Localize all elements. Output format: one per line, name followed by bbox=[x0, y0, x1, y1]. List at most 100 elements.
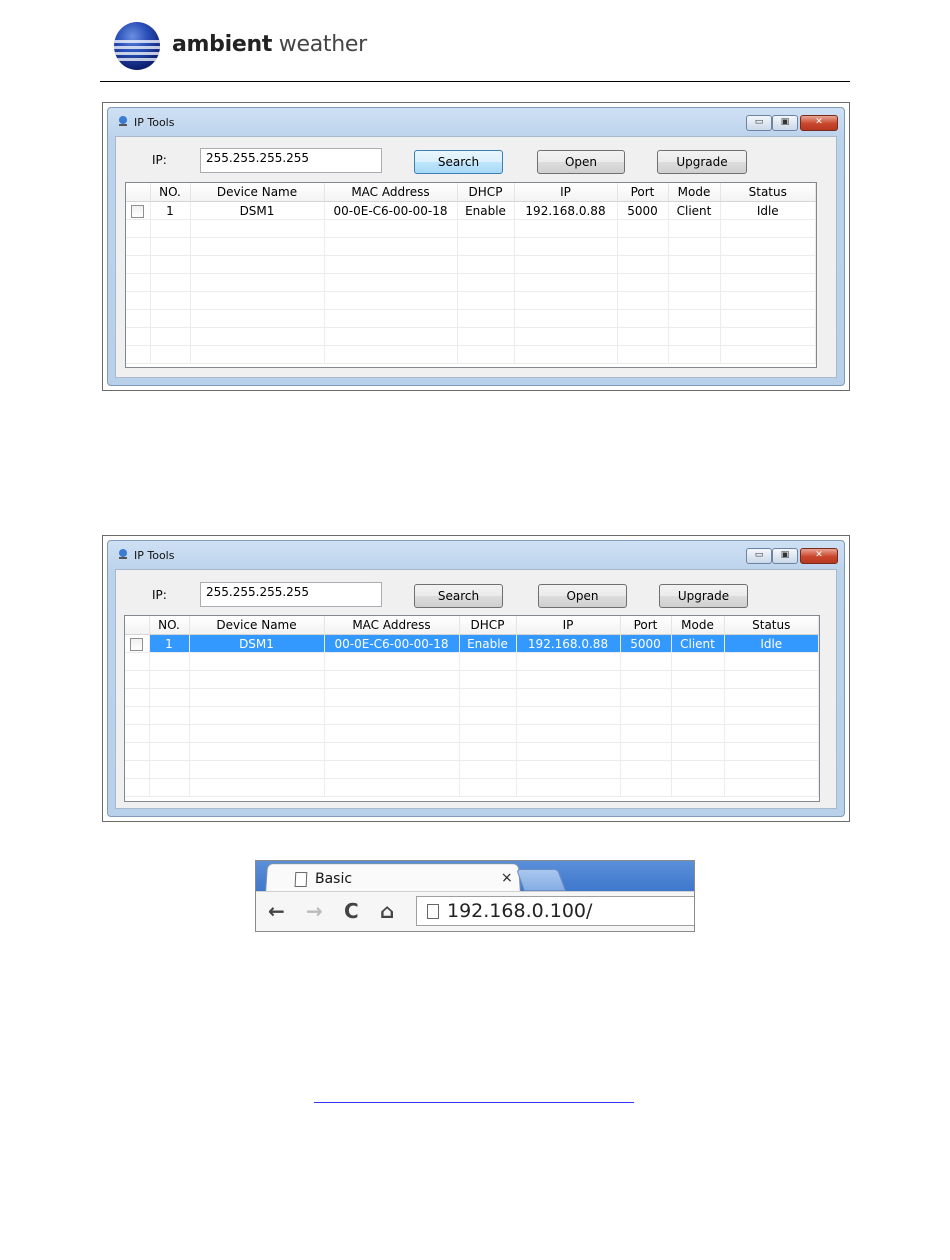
empty-row bbox=[126, 237, 816, 256]
table-header-row: NO. Device Name MAC Address DHCP IP Port… bbox=[126, 183, 816, 202]
brand-name-light: weather bbox=[278, 32, 367, 57]
row-checkbox[interactable] bbox=[131, 204, 145, 218]
tab-title: Basic bbox=[314, 871, 353, 887]
reload-icon[interactable]: C bbox=[344, 898, 359, 924]
network-icon bbox=[119, 549, 127, 559]
empty-row bbox=[126, 345, 816, 364]
new-tab-button[interactable] bbox=[515, 869, 567, 891]
home-icon[interactable]: ⌂ bbox=[380, 898, 394, 924]
cell-dhcp: Enable bbox=[457, 201, 515, 220]
empty-row bbox=[126, 291, 816, 310]
search-button[interactable]: Search bbox=[414, 150, 503, 174]
browser-screenshot: Basic × ← → C ⌂ 192.168.0.100/ bbox=[255, 860, 695, 932]
window-title: IP Tools bbox=[134, 116, 175, 129]
header-divider bbox=[100, 81, 850, 82]
tab-close-icon[interactable]: × bbox=[501, 870, 514, 886]
minimize-button[interactable]: ▭ bbox=[746, 548, 772, 564]
cell-status: Idle bbox=[720, 201, 816, 220]
brand-name: ambient weather bbox=[172, 32, 367, 57]
empty-row bbox=[125, 706, 819, 725]
empty-row bbox=[126, 255, 816, 274]
column-header-status[interactable]: Status bbox=[720, 183, 816, 202]
cell-mode: Client bbox=[668, 201, 721, 220]
back-icon[interactable]: ← bbox=[268, 898, 285, 924]
column-header-mode[interactable]: Mode bbox=[671, 616, 725, 635]
empty-row bbox=[126, 309, 816, 328]
cell-mode: Client bbox=[671, 634, 725, 653]
empty-row bbox=[126, 327, 816, 346]
column-header-no[interactable]: NO. bbox=[150, 183, 191, 202]
table-row-selected[interactable]: 1 DSM1 00-0E-C6-00-00-18 Enable 192.168.… bbox=[125, 634, 819, 653]
page-icon bbox=[427, 904, 439, 919]
ip-tools-window: IP Tools ▭ ▣ ✕ IP: 255.255.255.255 Searc… bbox=[107, 540, 845, 817]
forward-icon[interactable]: → bbox=[306, 898, 323, 924]
empty-row bbox=[125, 778, 819, 797]
column-header-dhcp[interactable]: DHCP bbox=[459, 616, 517, 635]
column-header-dhcp[interactable]: DHCP bbox=[457, 183, 515, 202]
column-header-status[interactable]: Status bbox=[724, 616, 819, 635]
empty-row bbox=[126, 219, 816, 238]
empty-row bbox=[125, 760, 819, 779]
column-header-mode[interactable]: Mode bbox=[668, 183, 721, 202]
hyperlink-underline[interactable] bbox=[314, 1102, 634, 1103]
window-client-area: IP: 255.255.255.255 Search Open Upgrade … bbox=[115, 569, 837, 809]
close-button[interactable]: ✕ bbox=[800, 548, 838, 564]
open-button[interactable]: Open bbox=[538, 584, 627, 608]
column-header-ip[interactable]: IP bbox=[514, 183, 618, 202]
empty-row bbox=[125, 652, 819, 671]
column-header-mac-address[interactable]: MAC Address bbox=[324, 183, 458, 202]
cell-dhcp: Enable bbox=[459, 634, 517, 653]
column-header-port[interactable]: Port bbox=[617, 183, 669, 202]
row-select-cell bbox=[126, 201, 151, 220]
empty-row bbox=[125, 670, 819, 689]
column-header-select bbox=[126, 183, 151, 202]
column-header-mac-address[interactable]: MAC Address bbox=[324, 616, 460, 635]
empty-row bbox=[125, 742, 819, 761]
cell-port: 5000 bbox=[617, 201, 669, 220]
browser-toolbar: ← → C ⌂ 192.168.0.100/ bbox=[256, 891, 694, 931]
cell-device-name: DSM1 bbox=[190, 201, 325, 220]
ip-tools-screenshot-2: IP Tools ▭ ▣ ✕ IP: 255.255.255.255 Searc… bbox=[102, 535, 850, 822]
table-row[interactable]: 1 DSM1 00-0E-C6-00-00-18 Enable 192.168.… bbox=[126, 201, 816, 220]
browser-tab[interactable]: Basic × bbox=[264, 863, 522, 895]
upgrade-button[interactable]: Upgrade bbox=[657, 150, 747, 174]
url-text: 192.168.0.100/ bbox=[447, 900, 593, 922]
ip-input[interactable]: 255.255.255.255 bbox=[200, 582, 382, 607]
cell-mac-address: 00-0E-C6-00-00-18 bbox=[324, 634, 460, 653]
ip-tools-window: IP Tools ▭ ▣ ✕ IP: 255.255.255.255 Searc… bbox=[107, 107, 845, 386]
column-header-device-name[interactable]: Device Name bbox=[190, 183, 325, 202]
row-checkbox[interactable] bbox=[130, 637, 144, 651]
ip-tools-screenshot-1: IP Tools ▭ ▣ ✕ IP: 255.255.255.255 Searc… bbox=[102, 102, 850, 391]
cell-ip: 192.168.0.88 bbox=[516, 634, 621, 653]
device-table[interactable]: NO. Device Name MAC Address DHCP IP Port… bbox=[124, 615, 820, 802]
row-select-cell bbox=[125, 634, 150, 653]
column-header-select bbox=[125, 616, 150, 635]
table-header-row: NO. Device Name MAC Address DHCP IP Port… bbox=[125, 616, 819, 635]
brand-name-bold: ambient bbox=[172, 32, 273, 57]
upgrade-button[interactable]: Upgrade bbox=[659, 584, 748, 608]
column-header-no[interactable]: NO. bbox=[149, 616, 190, 635]
page-icon bbox=[294, 872, 308, 887]
cell-port: 5000 bbox=[620, 634, 672, 653]
cell-device-name: DSM1 bbox=[189, 634, 325, 653]
close-button[interactable]: ✕ bbox=[800, 115, 838, 131]
column-header-ip[interactable]: IP bbox=[516, 616, 621, 635]
minimize-button[interactable]: ▭ bbox=[746, 115, 772, 131]
search-button[interactable]: Search bbox=[414, 584, 503, 608]
cell-mac-address: 00-0E-C6-00-00-18 bbox=[324, 201, 458, 220]
cell-no: 1 bbox=[150, 201, 191, 220]
cell-ip: 192.168.0.88 bbox=[514, 201, 618, 220]
column-header-port[interactable]: Port bbox=[620, 616, 672, 635]
window-title: IP Tools bbox=[134, 549, 175, 562]
column-header-device-name[interactable]: Device Name bbox=[189, 616, 325, 635]
ambient-weather-logo-icon bbox=[114, 22, 160, 70]
window-client-area: IP: 255.255.255.255 Search Open Upgrade … bbox=[115, 136, 837, 378]
device-table[interactable]: NO. Device Name MAC Address DHCP IP Port… bbox=[125, 182, 817, 368]
ip-input[interactable]: 255.255.255.255 bbox=[200, 148, 382, 173]
maximize-button[interactable]: ▣ bbox=[772, 548, 798, 564]
open-button[interactable]: Open bbox=[537, 150, 625, 174]
ip-label: IP: bbox=[152, 153, 167, 167]
empty-row bbox=[126, 273, 816, 292]
maximize-button[interactable]: ▣ bbox=[772, 115, 798, 131]
address-bar[interactable]: 192.168.0.100/ bbox=[416, 896, 694, 926]
